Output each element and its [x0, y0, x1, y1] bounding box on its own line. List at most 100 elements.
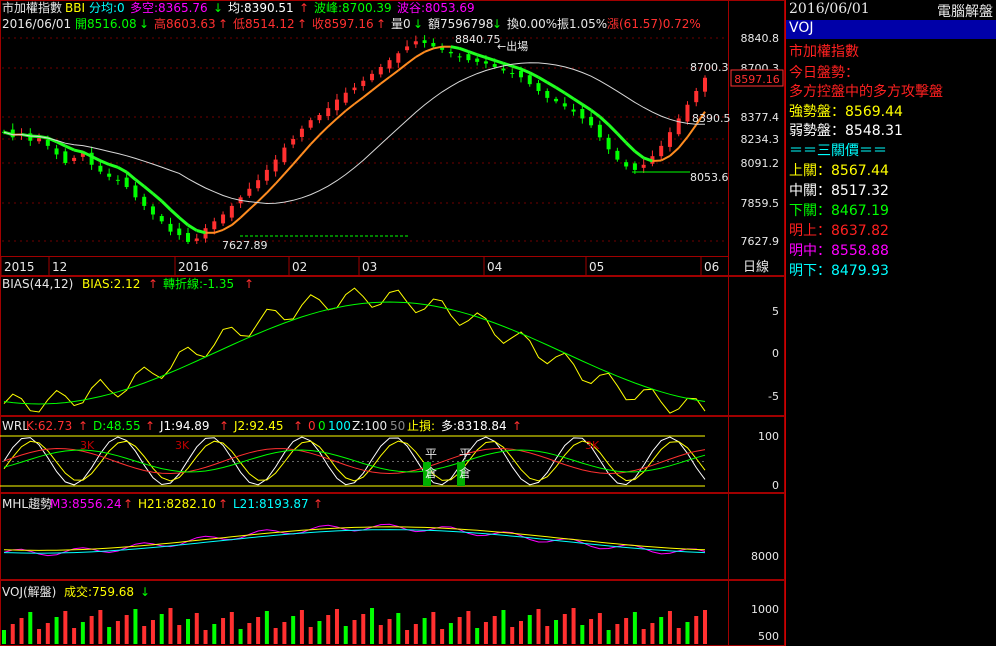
grid-dot [692, 202, 694, 204]
grid-dot [560, 240, 562, 242]
candle-body [694, 91, 699, 103]
grid-dot [206, 67, 208, 69]
grid-dot [32, 240, 34, 242]
grid-dot [518, 138, 520, 140]
close-marker-text-0: 平 [425, 447, 437, 461]
volume-bar [282, 622, 287, 644]
wrl-50-dot [247, 461, 249, 462]
grid-dot [716, 202, 718, 204]
volume-bar [133, 609, 138, 644]
grid-dot [194, 67, 196, 69]
grid-dot [38, 202, 40, 204]
ma-segment [99, 159, 110, 166]
ma-segment [555, 86, 566, 95]
volume-bar [676, 628, 681, 644]
grid-dot [374, 67, 376, 69]
grid-dot [284, 37, 286, 39]
grid-dot [140, 240, 142, 242]
candle-body [115, 179, 120, 181]
bias-title-3: 轉折線:-1.35 [163, 276, 234, 291]
grid-dot [716, 138, 718, 140]
ma-segment [371, 82, 382, 92]
grid-dot [230, 37, 232, 39]
candle-body [291, 139, 296, 145]
grid-dot [452, 202, 454, 204]
grid-dot [608, 37, 610, 39]
grid-dot [644, 138, 646, 140]
candle-body [37, 138, 42, 142]
volume-bar [221, 618, 226, 644]
time-label-5: 04 [487, 260, 502, 274]
price-panel[interactable] [2, 35, 707, 244]
wrl-50-dot [52, 461, 54, 462]
candle-body [186, 233, 191, 242]
candle-body [334, 99, 339, 111]
grid-dot [68, 67, 70, 69]
header-row2-15: 漲(61.57)0.72% [607, 17, 701, 31]
grid-dot [548, 138, 550, 140]
volume-bar [124, 615, 129, 644]
candle-body [194, 238, 199, 241]
time-label-0: 2015 [4, 260, 35, 274]
ma-segment [424, 47, 434, 53]
header-row2-10: ↓ [413, 17, 423, 31]
grid-dot [476, 138, 478, 140]
wrl-50-dot [492, 461, 494, 462]
volume-bar [361, 614, 366, 644]
grid-dot [230, 138, 232, 140]
grid-dot [194, 202, 196, 204]
grid-dot [2, 202, 4, 204]
grid-dot [350, 67, 352, 69]
wrl-50-dot [37, 461, 39, 462]
vol-title-1: 成交:759.68 [64, 584, 134, 599]
grid-dot [446, 116, 448, 118]
wrl-title-16: ↑ [512, 419, 522, 433]
side-line-6: 上關：8567.44 [789, 163, 889, 179]
candle-body [448, 51, 453, 54]
grid-dot [530, 138, 532, 140]
grid-dot [416, 138, 418, 140]
grid-dot [164, 37, 166, 39]
grid-dot [692, 37, 694, 39]
volume-panel[interactable] [2, 608, 707, 644]
wrl-panel[interactable] [0, 435, 706, 487]
grid-dot [428, 138, 430, 140]
wrl-50-dot [452, 461, 454, 462]
grid-dot [14, 67, 16, 69]
grid-dot [584, 67, 586, 69]
grid-dot [188, 37, 190, 39]
grid-dot [506, 162, 508, 164]
grid-dot [146, 202, 148, 204]
wrl-50-dot [517, 461, 519, 462]
grid-dot [572, 240, 574, 242]
ma-segment [590, 108, 601, 118]
grid-dot [68, 116, 70, 118]
wrl-50-dot [387, 461, 389, 462]
grid-dot [512, 240, 514, 242]
ma-segment [309, 134, 321, 145]
grid-dot [332, 67, 334, 69]
grid-dot [578, 37, 580, 39]
grid-dot [38, 116, 40, 118]
grid-dot [572, 116, 574, 118]
grid-dot [74, 138, 76, 140]
candle-body [405, 46, 410, 51]
ma-segment [117, 166, 128, 174]
grid-dot [44, 37, 46, 39]
mhl-panel[interactable] [3, 523, 706, 557]
volume-bar [378, 625, 383, 644]
volume-bar [45, 623, 50, 644]
chart-area[interactable]: 市加權指數 BBI 分均:0 多空:8365.76 ↓ 均:8390.51 ↑ 波峰:8700… [0, 0, 785, 646]
grid-dot [14, 162, 16, 164]
grid-dot [20, 67, 22, 69]
grid-dot [548, 116, 550, 118]
side-code-bar[interactable]: VOJ [786, 20, 996, 39]
wrl-50-dot [647, 461, 649, 462]
grid-dot [710, 202, 712, 204]
bias-panel[interactable] [3, 287, 706, 414]
high-note: ←出場 [497, 39, 528, 53]
candle-body [545, 91, 550, 98]
wrl-50-dot [172, 461, 174, 462]
grid-dot [44, 162, 46, 164]
grid-dot [614, 240, 616, 242]
